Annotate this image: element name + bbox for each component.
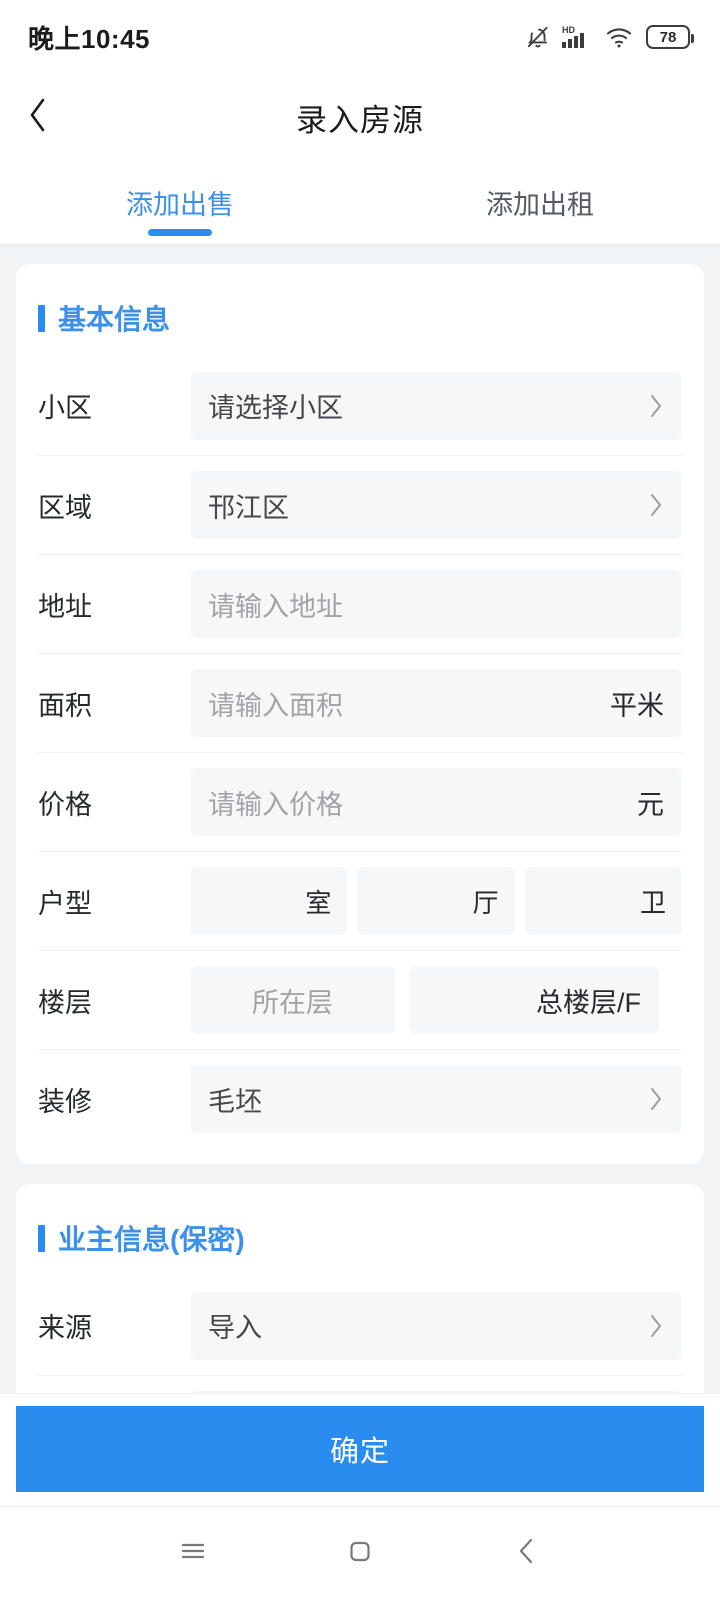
status-time: 晚上10:45 <box>28 19 150 56</box>
row-area-label: 面积 <box>38 684 190 723</box>
section-title-text: 基本信息 <box>58 298 170 338</box>
row-address: 地址 请输入地址 <box>38 554 682 653</box>
tab-add-rent[interactable]: 添加出租 <box>360 160 720 244</box>
decoration-select[interactable]: 毛坯 <box>190 1065 682 1133</box>
area-unit-label: 平米 <box>610 684 664 723</box>
row-community-label: 小区 <box>38 386 190 425</box>
status-bar: 晚上10:45 HD <box>0 0 720 74</box>
chevron-right-icon <box>648 1085 664 1113</box>
tab-bar: 添加出售 添加出租 <box>0 160 720 244</box>
home-button[interactable] <box>315 1507 405 1600</box>
current-floor-input[interactable]: 所在层 <box>190 966 395 1034</box>
back-button[interactable] <box>0 74 76 160</box>
row-floor: 楼层 所在层 总楼层/F <box>38 950 682 1049</box>
page-title: 录入房源 <box>0 95 720 140</box>
chevron-right-icon <box>648 491 664 519</box>
hd-signal-icon: HD <box>562 24 594 50</box>
row-decoration: 装修 毛坯 <box>38 1049 682 1148</box>
decoration-value: 毛坯 <box>208 1080 262 1119</box>
row-decoration-label: 装修 <box>38 1080 190 1119</box>
current-floor-placeholder: 所在层 <box>252 981 333 1020</box>
tab-add-rent-label: 添加出租 <box>486 183 594 222</box>
layout-bathrooms-input[interactable]: 卫 <box>525 867 682 935</box>
floor-input-group: 所在层 总楼层/F <box>190 966 682 1034</box>
system-back-button[interactable] <box>482 1507 572 1600</box>
home-square-icon <box>343 1534 377 1573</box>
row-district-label: 区域 <box>38 486 190 525</box>
row-source: 来源 导入 <box>38 1276 682 1375</box>
battery-icon: 78 <box>646 25 690 49</box>
total-floor-label: 总楼层/F <box>536 981 641 1020</box>
chevron-left-icon <box>25 95 51 140</box>
confirm-button[interactable]: 确定 <box>16 1406 704 1492</box>
area-placeholder: 请输入面积 <box>208 684 343 723</box>
bell-muted-icon <box>525 24 551 50</box>
layout-livingrooms-unit: 厅 <box>473 883 499 920</box>
page-header: 录入房源 <box>0 74 720 160</box>
svg-text:HD: HD <box>562 25 575 35</box>
layout-bedrooms-unit: 室 <box>305 883 331 920</box>
tab-add-sale[interactable]: 添加出售 <box>0 160 360 244</box>
chevron-right-icon <box>648 392 664 420</box>
price-input[interactable]: 请输入价格 元 <box>190 768 682 836</box>
district-select[interactable]: 邗江区 <box>190 471 682 539</box>
app-screen: 晚上10:45 HD <box>0 0 720 1600</box>
row-community: 小区 请选择小区 <box>38 356 682 455</box>
row-district: 区域 邗江区 <box>38 455 682 554</box>
card-basic-info: 基本信息 小区 请选择小区 区域 邗江区 <box>16 264 704 1164</box>
section-accent-bar <box>38 305 45 332</box>
layout-bedrooms-input[interactable]: 室 <box>190 867 347 935</box>
battery-level: 78 <box>660 30 677 45</box>
confirm-bar: 确定 <box>0 1393 720 1506</box>
address-placeholder: 请输入地址 <box>208 585 343 624</box>
row-area: 面积 请输入面积 平米 <box>38 653 682 752</box>
row-floor-label: 楼层 <box>38 981 190 1020</box>
section-title-text: 业主信息(保密) <box>58 1218 245 1258</box>
layout-bathrooms-unit: 卫 <box>640 883 666 920</box>
system-navigation-bar <box>0 1506 720 1600</box>
total-floor-input[interactable]: 总楼层/F <box>409 966 659 1034</box>
row-price-label: 价格 <box>38 783 190 822</box>
district-value: 邗江区 <box>208 486 289 525</box>
layout-input-group: 室 厅 卫 <box>190 867 682 935</box>
row-layout: 户型 室 厅 卫 <box>38 851 682 950</box>
row-address-label: 地址 <box>38 585 190 624</box>
layout-livingrooms-input[interactable]: 厅 <box>357 867 514 935</box>
status-icon-group: HD 78 <box>525 24 690 50</box>
row-price: 价格 请输入价格 元 <box>38 752 682 851</box>
price-placeholder: 请输入价格 <box>208 783 343 822</box>
source-select[interactable]: 导入 <box>190 1292 682 1360</box>
area-input[interactable]: 请输入面积 平米 <box>190 669 682 737</box>
tab-add-sale-label: 添加出售 <box>126 183 234 222</box>
wifi-icon <box>605 24 635 50</box>
price-unit-label: 元 <box>637 783 664 822</box>
chevron-right-icon <box>648 1312 664 1340</box>
recent-apps-button[interactable] <box>148 1507 238 1600</box>
community-value: 请选择小区 <box>208 386 343 425</box>
source-value: 导入 <box>208 1306 262 1345</box>
section-title-basic-info: 基本信息 <box>38 264 682 356</box>
section-accent-bar <box>38 1225 45 1252</box>
back-chevron-icon <box>510 1534 544 1573</box>
menu-icon <box>176 1534 210 1573</box>
address-input[interactable]: 请输入地址 <box>190 570 682 638</box>
community-select[interactable]: 请选择小区 <box>190 372 682 440</box>
row-source-label: 来源 <box>38 1306 190 1345</box>
section-title-owner-info: 业主信息(保密) <box>38 1184 682 1276</box>
row-layout-label: 户型 <box>38 882 190 921</box>
